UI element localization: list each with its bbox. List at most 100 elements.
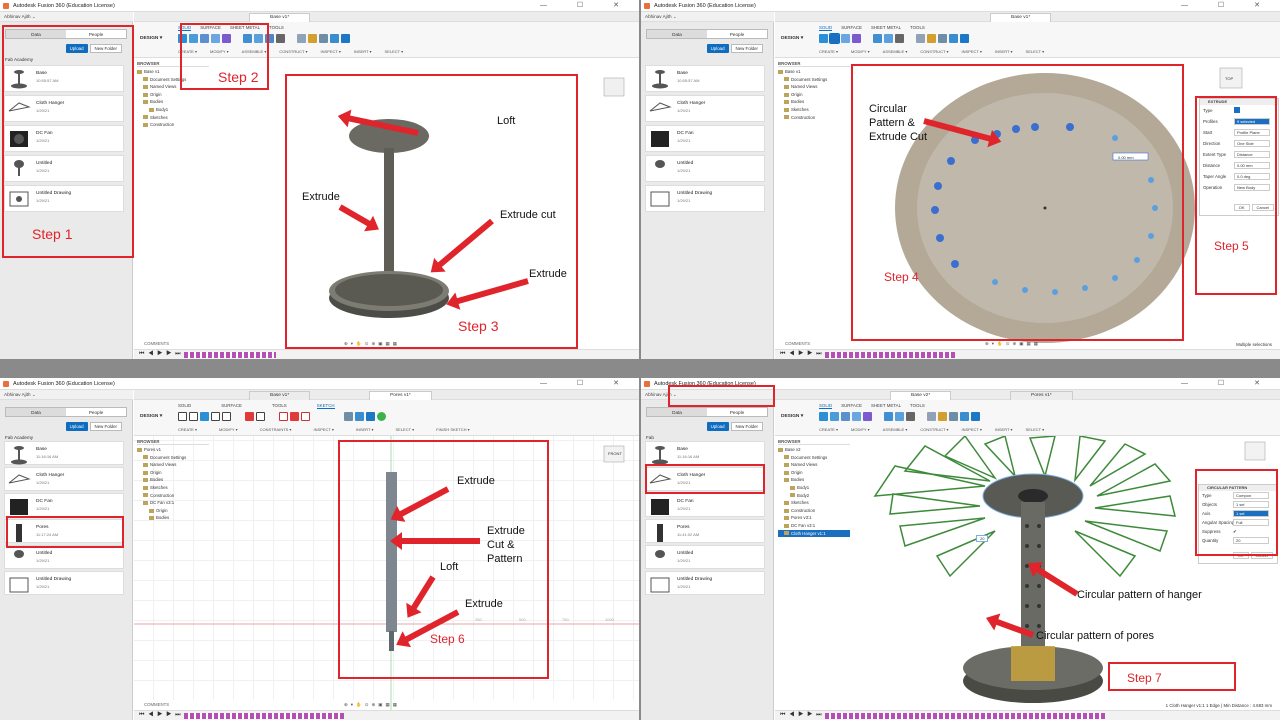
rectangle-icon[interactable] <box>189 412 198 421</box>
suppress-checkbox[interactable]: ✔ <box>1233 527 1237 536</box>
extrude-icon[interactable] <box>829 33 840 44</box>
list-item[interactable]: Untitled Drawing 1/29/21 <box>645 571 765 595</box>
browser-row[interactable]: Bodies <box>137 476 209 484</box>
upload-button[interactable]: Upload <box>65 44 88 53</box>
list-item[interactable]: DC Fan 1/29/21 <box>4 125 124 152</box>
revolve-icon[interactable] <box>211 34 220 43</box>
group-inspect[interactable]: INSPECT ▾ <box>962 427 982 432</box>
loft-icon[interactable] <box>222 34 231 43</box>
list-item[interactable]: Pores 11:17:24 AM <box>4 519 124 543</box>
browser-row[interactable]: Origin <box>137 91 209 99</box>
tab-people[interactable]: People <box>707 408 767 416</box>
timeline-features[interactable] <box>825 352 955 358</box>
tab-surface[interactable]: SURFACE <box>221 403 242 409</box>
timeline-features[interactable] <box>184 713 344 719</box>
tab-surface[interactable]: SURFACE <box>200 25 221 31</box>
loft-icon[interactable] <box>863 412 872 421</box>
revolve-icon[interactable] <box>841 34 850 43</box>
plane-icon[interactable] <box>927 34 936 43</box>
list-item[interactable]: Base 11:16:16 AM <box>645 441 765 465</box>
group-construct[interactable]: CONSTRUCT ▾ <box>920 49 948 54</box>
viewport[interactable]: 250 500 750 1000 FRONT <box>134 436 639 712</box>
tab-tools[interactable]: TOOLS <box>269 25 284 31</box>
taper-field[interactable]: 0.0 deg <box>1234 173 1270 180</box>
browser-row[interactable]: Construction <box>778 114 850 122</box>
browser-row[interactable]: Pores v1 <box>137 446 209 454</box>
browser-row[interactable]: Bodies <box>778 98 850 106</box>
browser-row[interactable]: Body1 <box>778 484 850 492</box>
extrude-icon[interactable] <box>200 34 209 43</box>
sketch-icon[interactable] <box>189 34 198 43</box>
browser-row[interactable]: DC Fan v3:1 <box>778 522 850 530</box>
objects-select[interactable]: 1 sel <box>1233 501 1269 508</box>
type-select[interactable]: Compon <box>1233 492 1269 499</box>
browser-row[interactable]: Named Views <box>778 83 850 91</box>
tab-tools[interactable]: TOOLS <box>910 403 925 409</box>
move-icon[interactable] <box>276 34 285 43</box>
upload-button[interactable]: Upload <box>65 422 88 431</box>
axis-select[interactable]: 1 sel <box>1233 510 1269 517</box>
comments-label[interactable]: COMMENTS <box>144 702 169 707</box>
group-select[interactable]: SELECT ▾ <box>396 427 415 432</box>
tab-surface[interactable]: SURFACE <box>841 403 862 409</box>
select-icon[interactable] <box>341 34 350 43</box>
circle-icon[interactable] <box>200 412 209 421</box>
sketch-icon[interactable] <box>830 412 839 421</box>
tab-sheet-metal[interactable]: SHEET METAL <box>871 403 901 409</box>
trim-icon[interactable] <box>245 412 254 421</box>
browser-row[interactable]: Construction <box>778 507 850 515</box>
measure-icon[interactable] <box>344 412 353 421</box>
group-assemble[interactable]: ASSEMBLE ▾ <box>883 49 908 54</box>
insert-icon[interactable] <box>330 34 339 43</box>
joint-icon[interactable] <box>927 412 936 421</box>
account-menu[interactable]: Abhinav Ajith ⌄ <box>0 390 133 400</box>
group-create[interactable]: CREATE ▾ <box>178 49 197 54</box>
viewcube-top[interactable]: TOP <box>1225 76 1233 81</box>
group-inspect[interactable]: INSPECT ▾ <box>321 49 341 54</box>
list-item[interactable]: DC Fan 1/29/21 <box>645 125 765 152</box>
window-controls[interactable]: — ☐ ✕ <box>1181 0 1274 12</box>
list-item[interactable]: Untitled Drawing 1/29/21 <box>4 185 124 212</box>
playback-controls[interactable]: ⏮ ◀ ▶ ▶ ⏭ <box>139 351 182 358</box>
navigation-bar[interactable]: ⊕ ▾ ✋ ⊙ ⊕ ▣ ▦ ▦ <box>344 702 398 708</box>
extent-select[interactable]: Distance <box>1234 151 1270 158</box>
group-modify[interactable]: MODIFY ▾ <box>219 427 238 432</box>
list-item[interactable]: Base 11:16:16 AM <box>4 441 124 465</box>
viewport[interactable] <box>134 58 639 339</box>
doc-tab[interactable]: Base v2* <box>890 391 952 400</box>
group-constraints[interactable]: CONSTRAINTS ▾ <box>260 427 292 432</box>
tab-solid[interactable]: SOLID <box>819 403 833 409</box>
loft-icon[interactable] <box>852 34 861 43</box>
browser-row[interactable]: Pores v3:1 <box>778 514 850 522</box>
group-create[interactable]: CREATE ▾ <box>819 427 838 432</box>
browser-row[interactable]: Sketches <box>137 484 209 492</box>
move-icon[interactable] <box>906 412 915 421</box>
new-folder-button[interactable]: New Folder <box>89 422 122 431</box>
group-create[interactable]: CREATE ▾ <box>819 49 838 54</box>
group-modify[interactable]: MODIFY ▾ <box>851 427 870 432</box>
tab-surface[interactable]: SURFACE <box>841 25 862 31</box>
list-item[interactable]: Untitled 1/29/21 <box>645 545 765 569</box>
playback-controls[interactable]: ⏮ ◀ ▶ ▶ ⏭ <box>780 351 823 358</box>
tab-data[interactable]: Data <box>6 30 66 38</box>
list-item[interactable]: Untitled Drawing 1/29/21 <box>4 571 124 595</box>
list-item[interactable]: Cloth Hanger 1/29/21 <box>4 95 124 122</box>
browser-row[interactable]: Named Views <box>778 461 850 469</box>
group-select[interactable]: SELECT ▾ <box>1026 427 1045 432</box>
tab-people[interactable]: People <box>66 30 126 38</box>
window-controls[interactable]: — ☐ ✕ <box>1181 378 1274 390</box>
doc-tab[interactable]: Base v1* <box>249 391 311 400</box>
fillet-icon[interactable] <box>873 34 882 43</box>
list-item[interactable]: Base 10:55:57 AM <box>645 65 765 92</box>
insert-icon[interactable] <box>355 412 364 421</box>
ok-button[interactable]: OK <box>1232 552 1249 559</box>
upload-button[interactable]: Upload <box>706 44 729 53</box>
constraint-icon[interactable] <box>279 412 288 421</box>
direction-select[interactable]: One Side <box>1234 140 1270 147</box>
group-modify[interactable]: MODIFY ▾ <box>851 49 870 54</box>
browser-row[interactable]: Sketches <box>137 114 209 122</box>
browser-row[interactable]: Origin <box>778 469 850 477</box>
tab-sheet-metal[interactable]: SHEET METAL <box>230 25 260 31</box>
playback-controls[interactable]: ⏮ ◀ ▶ ▶ ⏭ <box>139 712 182 719</box>
quantity-field[interactable]: 20 <box>1233 537 1269 544</box>
